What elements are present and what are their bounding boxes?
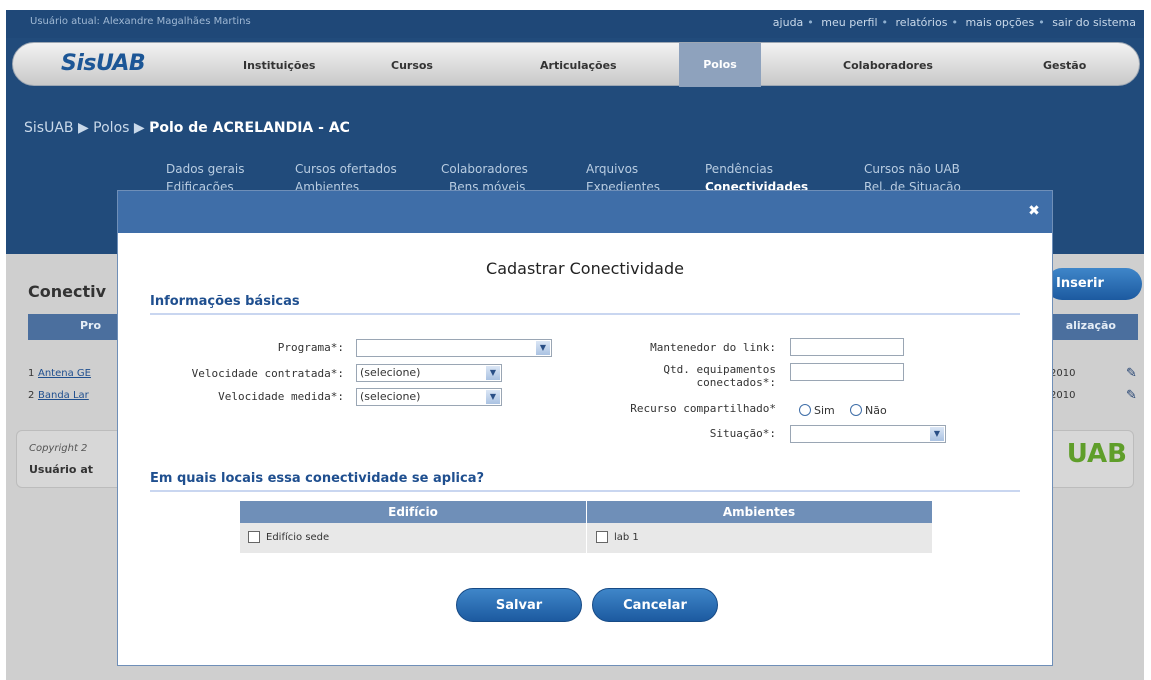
chevron-down-icon: ▼: [486, 390, 500, 404]
breadcrumb-arrow-icon: ▶: [77, 120, 94, 136]
row-link[interactable]: Banda Lar: [38, 390, 89, 401]
dialog-title-bar: ✖: [118, 191, 1052, 233]
main-nav: SisUAB Instituições Cursos Articulações …: [12, 42, 1140, 87]
recurso-compartilhado-label: Recurso compartilhado*: [630, 402, 776, 415]
top-bar: Usuário atual: Alexandre Magalhães Marti…: [6, 10, 1144, 38]
page-title: Conectiv: [28, 282, 107, 301]
column-divider: [586, 501, 587, 553]
breadcrumb-sisuab[interactable]: SisUAB: [24, 120, 74, 136]
programa-label: Programa*:: [277, 341, 344, 354]
velocidade-medida-select[interactable]: (selecione) ▼: [356, 388, 502, 406]
breadcrumb: SisUAB ▶ Polos ▶ Polo de ACRELANDIA - AC: [24, 120, 350, 136]
radio-nao-label: Não: [865, 404, 887, 417]
row-date: 2010: [1050, 390, 1076, 401]
my-profile-link[interactable]: meu perfil: [821, 16, 877, 29]
uab-logo: UAB: [1066, 439, 1127, 469]
cadastrar-conectividade-dialog: ✖ Cadastrar Conectividade Informações bá…: [117, 190, 1053, 666]
ambiente-checkbox[interactable]: [596, 531, 608, 543]
reports-link[interactable]: relatórios: [896, 16, 948, 29]
edificio-checkbox[interactable]: [248, 531, 260, 543]
nav-polos[interactable]: Polos: [679, 43, 761, 87]
subnav-arquivos[interactable]: Arquivos: [586, 162, 638, 176]
chevron-down-icon: ▼: [486, 366, 500, 380]
edit-pencil-icon[interactable]: ✎: [1126, 366, 1137, 381]
dialog-title: Cadastrar Conectividade: [486, 259, 684, 278]
nav-cursos[interactable]: Cursos: [391, 59, 433, 72]
ambiente-label: lab 1: [614, 532, 639, 543]
subnav-cursos-ofertados[interactable]: Cursos ofertados: [295, 162, 397, 176]
section-divider: [150, 313, 1020, 315]
situacao-label: Situação*:: [709, 427, 776, 440]
close-icon[interactable]: ✖: [1026, 203, 1042, 219]
row-date: 2010: [1050, 368, 1076, 379]
insert-button[interactable]: Inserir: [1046, 268, 1142, 300]
qtd-equipamentos-label: Qtd. equipamentos: [663, 363, 776, 376]
nav-instituicoes[interactable]: Instituições: [243, 59, 315, 72]
row-number: 2: [28, 390, 35, 401]
chevron-down-icon: ▼: [536, 341, 550, 355]
breadcrumb-current: Polo de ACRELANDIA - AC: [149, 120, 350, 136]
section-divider: [150, 490, 1020, 492]
nav-colaboradores[interactable]: Colaboradores: [843, 59, 933, 72]
velocidade-contratada-label: Velocidade contratada*:: [191, 367, 344, 380]
edit-pencil-icon[interactable]: ✎: [1126, 388, 1137, 403]
sisuab-logo[interactable]: SisUAB: [61, 51, 146, 76]
top-links: ajuda • meu perfil • relatórios • mais opçõ…: [772, 16, 1136, 29]
breadcrumb-polos[interactable]: Polos: [93, 120, 129, 136]
velocidade-medida-label: Velocidade medida*:: [218, 390, 344, 403]
col-ambientes: Ambientes: [722, 505, 796, 519]
mantenedor-label: Mantenedor do link:: [650, 341, 776, 354]
current-user-text: Usuário atual: Alexandre Magalhães Marti…: [30, 16, 251, 27]
situacao-select[interactable]: ▼: [790, 425, 946, 443]
row-link[interactable]: Antena GE: [38, 368, 91, 379]
nav-articulacoes[interactable]: Articulações: [540, 59, 617, 72]
col-edificio: Edifício: [388, 505, 438, 519]
subnav-dados-gerais[interactable]: Dados gerais: [166, 162, 245, 176]
velocidade-contratada-value: (selecione): [360, 366, 421, 379]
edificio-label: Edifício sede: [266, 532, 330, 543]
radio-sim-label: Sim: [814, 404, 835, 417]
row-number: 1: [28, 368, 35, 379]
help-link[interactable]: ajuda: [773, 16, 804, 29]
section-basic-info: Informações básicas: [150, 294, 300, 309]
col-programa: Pro: [80, 319, 102, 332]
footer-user: Usuário at: [29, 463, 93, 476]
breadcrumb-arrow-icon: ▶: [133, 120, 150, 136]
velocidade-contratada-select[interactable]: (selecione) ▼: [356, 364, 502, 382]
save-button[interactable]: Salvar: [456, 588, 582, 622]
subnav-pendencias[interactable]: Pendências: [705, 162, 773, 176]
mantenedor-input[interactable]: [790, 338, 904, 356]
qtd-equipamentos-input[interactable]: [790, 363, 904, 381]
velocidade-medida-value: (selecione): [360, 390, 421, 403]
section-locais: Em quais locais essa conectividade se ap…: [150, 471, 485, 486]
radio-nao[interactable]: [850, 404, 862, 416]
cancel-button[interactable]: Cancelar: [592, 588, 718, 622]
programa-select[interactable]: ▼: [356, 339, 552, 357]
col-atualizacao: alização: [1065, 319, 1116, 332]
more-options-link[interactable]: mais opções: [965, 16, 1034, 29]
qtd-conectados-label: conectados*:: [696, 376, 776, 389]
nav-gestao[interactable]: Gestão: [1043, 59, 1086, 72]
chevron-down-icon: ▼: [930, 427, 944, 441]
logout-link[interactable]: sair do sistema: [1052, 16, 1136, 29]
radio-sim[interactable]: [799, 404, 811, 416]
copyright-text: Copyright 2: [29, 443, 88, 454]
subnav-cursos-nao-uab[interactable]: Cursos não UAB: [864, 162, 960, 176]
subnav-colaboradores[interactable]: Colaboradores: [441, 162, 528, 176]
